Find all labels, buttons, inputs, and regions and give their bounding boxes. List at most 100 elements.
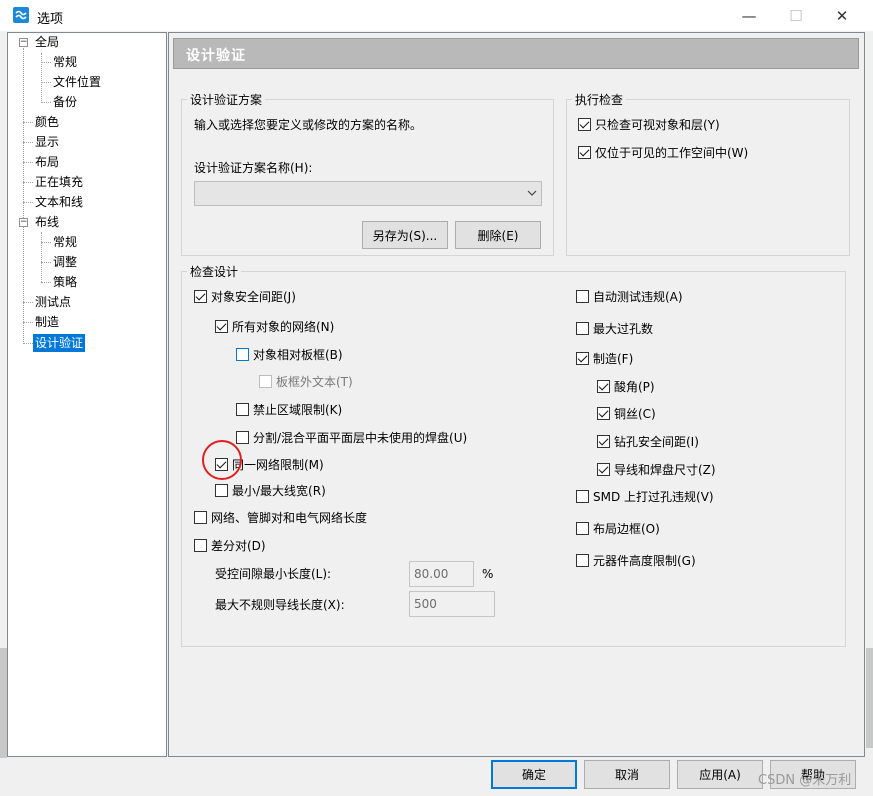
check-auto-test-label: 自动测试违规(A) xyxy=(593,289,683,304)
tree-item-backup[interactable]: 备份 xyxy=(51,93,79,111)
scheme-group-title: 设计验证方案 xyxy=(187,91,266,108)
checkbox-icon xyxy=(576,521,589,535)
checkbox-icon xyxy=(597,462,610,476)
chevron-down-icon[interactable] xyxy=(527,189,537,197)
tree-item-design-verify[interactable]: 设计验证 xyxy=(33,334,86,352)
tree-item-layout[interactable]: 布局 xyxy=(33,153,61,171)
tree-item-file-location[interactable]: 文件位置 xyxy=(51,73,103,91)
irregular-length-value: 500 xyxy=(414,597,437,611)
panel-header-title: 设计验证 xyxy=(186,48,246,64)
window-title: 选项 xyxy=(37,12,64,27)
check-object-to-board-label: 对象相对板框(B) xyxy=(253,347,343,362)
check-fabrication[interactable]: 制造(F) xyxy=(576,350,633,366)
check-trace-pad-size[interactable]: 导线和焊盘尺寸(Z) xyxy=(597,461,716,477)
check-unused-pads[interactable]: 分割/混合平面平面层中未使用的焊盘(U) xyxy=(236,429,467,445)
scheme-name-combo[interactable] xyxy=(194,181,542,206)
checkbox-icon xyxy=(597,434,610,448)
check-object-clearance[interactable]: 对象安全间距(J) xyxy=(194,288,296,304)
ok-button[interactable]: 确定 xyxy=(491,760,577,789)
check-max-vias[interactable]: 最大过孔数 xyxy=(576,320,653,336)
check-diff-pair-label: 差分对(D) xyxy=(211,538,266,553)
watermark: CSDN @米万利 xyxy=(758,773,852,788)
checkbox-icon xyxy=(597,406,610,420)
gap-unit: % xyxy=(482,567,494,581)
close-button[interactable]: ✕ xyxy=(819,0,865,31)
checkbox-icon xyxy=(597,379,610,393)
collapse-routing-icon[interactable]: − xyxy=(19,218,28,227)
checkbox-icon xyxy=(576,289,589,303)
maximize-button[interactable]: ☐ xyxy=(773,0,819,31)
check-design-group-title: 检查设计 xyxy=(187,263,242,280)
check-visible-workspace[interactable]: 仅位于可见的工作空间中(W) xyxy=(578,144,748,160)
check-max-vias-label: 最大过孔数 xyxy=(593,321,654,336)
checkbox-icon xyxy=(576,553,589,567)
check-via-in-smd-label: SMD 上打过孔违规(V) xyxy=(593,489,714,504)
tree-item-manufacturing[interactable]: 制造 xyxy=(33,313,61,331)
tree-item-global[interactable]: 全局 xyxy=(33,33,61,51)
exec-check-group-title: 执行检查 xyxy=(572,91,627,108)
check-trace-pad-size-label: 导线和焊盘尺寸(Z) xyxy=(614,462,716,477)
check-object-clearance-label: 对象安全间距(J) xyxy=(211,289,296,304)
tree-item-filling[interactable]: 正在填充 xyxy=(33,173,85,191)
tree-item-text-lines[interactable]: 文本和线 xyxy=(33,193,85,211)
check-min-max-width[interactable]: 最小/最大线宽(R) xyxy=(215,482,326,498)
options-tree[interactable]: − 全局 常规 文件位置 备份 颜色 显示 布局 正在填充 文本和线 − 布线 … xyxy=(7,32,167,757)
apply-button[interactable]: 应用(A) xyxy=(677,760,763,789)
check-acid-trap[interactable]: 酸角(P) xyxy=(597,378,655,394)
check-diff-pair[interactable]: 差分对(D) xyxy=(194,537,266,553)
cancel-button[interactable]: 取消 xyxy=(584,760,670,789)
save-as-button[interactable]: 另存为(S)... xyxy=(362,221,448,249)
check-same-net-label: 同一网络限制(M) xyxy=(232,457,324,472)
tree-item-strategy[interactable]: 策略 xyxy=(51,273,79,291)
check-net-length[interactable]: 网络、管脚对和电气网络长度 xyxy=(194,509,367,525)
checkbox-icon xyxy=(236,347,249,361)
scheme-name-label: 设计验证方案名称(H): xyxy=(194,161,313,175)
check-min-max-width-label: 最小/最大线宽(R) xyxy=(232,483,326,498)
minimize-button[interactable]: — xyxy=(726,0,772,31)
tree-item-display[interactable]: 显示 xyxy=(33,133,61,151)
collapse-global-icon[interactable]: − xyxy=(19,38,28,47)
irregular-length-label: 最大不规则导线长度(X): xyxy=(215,598,345,612)
gap-min-length-input[interactable]: 80.00 xyxy=(409,561,474,587)
check-copper-sliver[interactable]: 铜丝(C) xyxy=(597,405,656,421)
check-visible-only-label: 只检查可视对象和层(Y) xyxy=(595,117,720,132)
check-unused-pads-label: 分割/混合平面平面层中未使用的焊盘(U) xyxy=(253,430,468,445)
checkbox-icon xyxy=(194,510,207,524)
gap-min-length-label: 受控间隙最小长度(L): xyxy=(215,567,332,581)
tree-item-routing[interactable]: 布线 xyxy=(33,213,61,231)
check-auto-test[interactable]: 自动测试违规(A) xyxy=(576,288,683,304)
check-object-to-board[interactable]: 对象相对板框(B) xyxy=(236,346,343,362)
check-component-height-label: 元器件高度限制(G) xyxy=(593,553,696,568)
checkbox-icon xyxy=(576,489,589,503)
check-via-in-smd[interactable]: SMD 上打过孔违规(V) xyxy=(576,488,714,504)
background-window-edge xyxy=(0,648,7,758)
check-all-object-nets[interactable]: 所有对象的网络(N) xyxy=(215,318,334,334)
check-drill-clearance[interactable]: 钻孔安全间距(I) xyxy=(597,433,699,449)
background-window-edge xyxy=(866,648,873,748)
irregular-length-input[interactable]: 500 xyxy=(409,591,495,617)
tree-item-colors[interactable]: 颜色 xyxy=(33,113,61,131)
app-icon xyxy=(13,7,29,23)
check-placement-outline[interactable]: 布局边框(O) xyxy=(576,520,660,536)
delete-button[interactable]: 删除(E) xyxy=(455,221,541,249)
checkbox-icon xyxy=(259,374,272,388)
panel-header xyxy=(173,38,859,69)
gap-min-length-value: 80.00 xyxy=(414,567,449,581)
check-component-height[interactable]: 元器件高度限制(G) xyxy=(576,552,696,568)
check-acid-trap-label: 酸角(P) xyxy=(614,379,655,394)
tree-item-adjust[interactable]: 调整 xyxy=(51,253,79,271)
checkbox-icon xyxy=(578,145,591,159)
check-visible-only[interactable]: 只检查可视对象和层(Y) xyxy=(578,116,720,132)
check-all-object-nets-label: 所有对象的网络(N) xyxy=(232,319,335,334)
checkbox-icon xyxy=(236,430,249,444)
tree-item-routing-general[interactable]: 常规 xyxy=(51,233,79,251)
checkbox-icon xyxy=(215,483,228,497)
tree-item-general[interactable]: 常规 xyxy=(51,53,79,71)
checkbox-icon xyxy=(194,538,207,552)
check-keepout[interactable]: 禁止区域限制(K) xyxy=(236,401,342,417)
check-net-length-label: 网络、管脚对和电气网络长度 xyxy=(211,510,368,525)
checkbox-icon xyxy=(236,402,249,416)
minimize-icon: — xyxy=(741,6,757,25)
check-placement-outline-label: 布局边框(O) xyxy=(593,521,660,536)
tree-item-test-points[interactable]: 测试点 xyxy=(33,293,73,311)
